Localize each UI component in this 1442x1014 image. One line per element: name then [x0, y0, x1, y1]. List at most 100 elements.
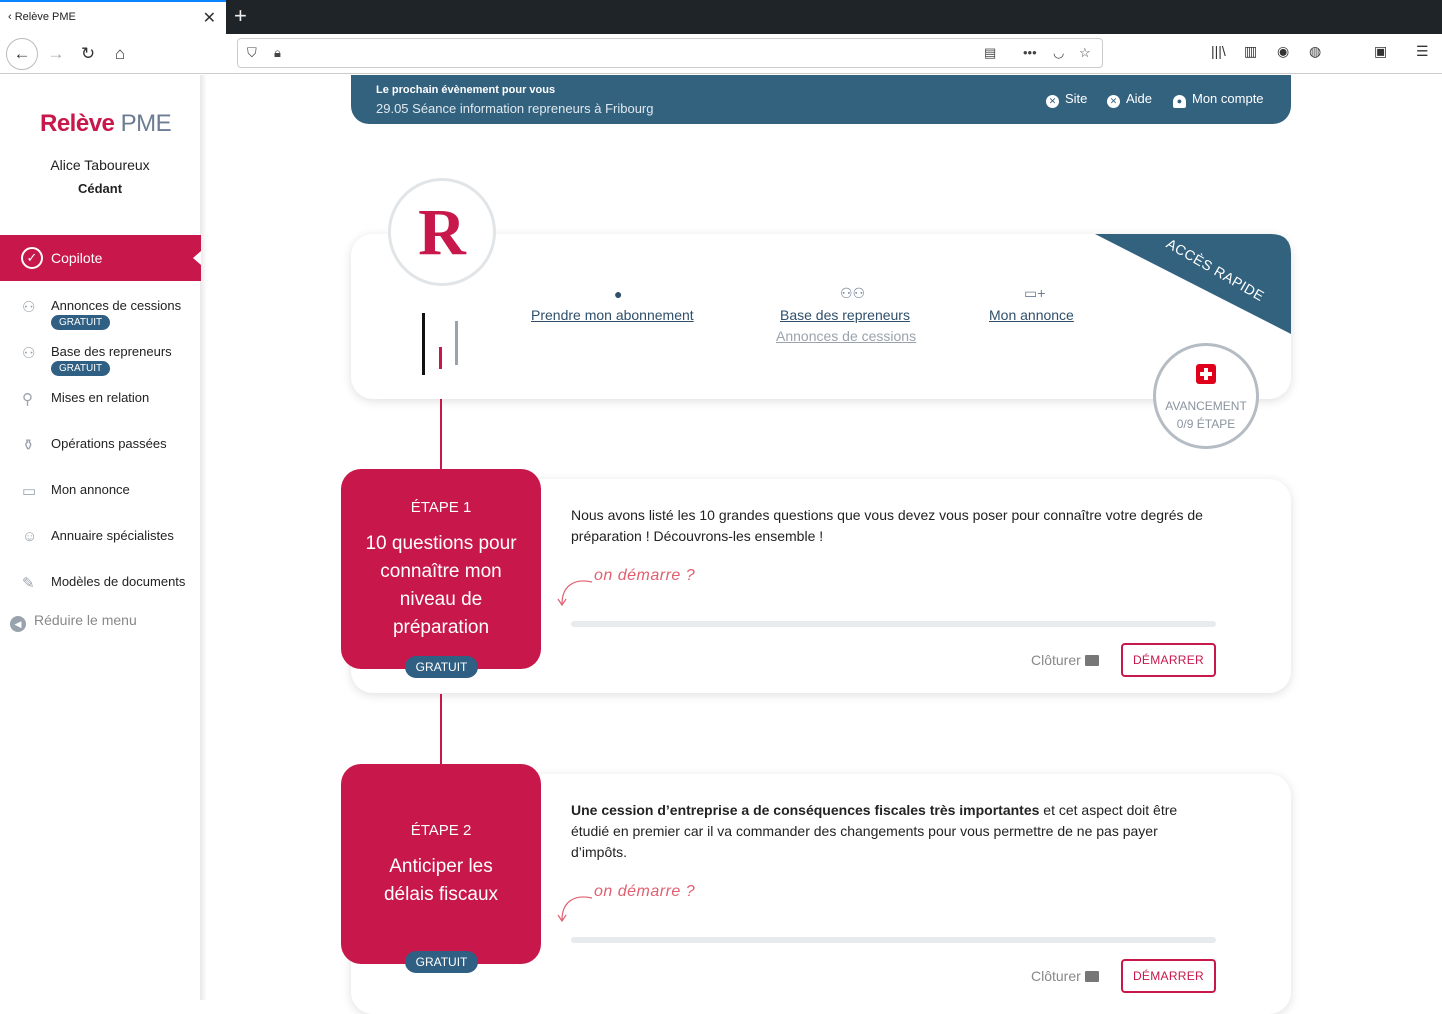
extension-icon[interactable]: ◍ [1309, 43, 1321, 60]
curved-arrow-icon [557, 896, 593, 923]
browser-tab[interactable]: ‹ Relève PME ✕ [0, 0, 226, 34]
browser-tab-bar: ‹ Relève PME ✕ + [0, 0, 1442, 34]
curved-arrow-icon [557, 580, 593, 607]
reload-icon[interactable]: ↻ [74, 40, 102, 68]
connect-icon: ⚲ [22, 391, 33, 408]
sidebar-item-label: Base des repreneurs [51, 344, 172, 359]
next-event-label: Le prochain évènement pour vous [376, 84, 556, 96]
start-button[interactable]: DÉMARRER [1121, 643, 1216, 677]
sidebar-item-annonces[interactable]: ⚇ Annonces de cessions GRATUIT [0, 296, 200, 336]
progress-label: AVANCEMENT [1165, 399, 1247, 413]
hamburger-menu-icon[interactable]: ☰ [1416, 43, 1429, 60]
home-icon[interactable]: ⌂ [106, 40, 134, 68]
address-bar[interactable]: ⛉ 🔒︎ ▤ ••• ◡ ☆ [237, 38, 1103, 68]
jar-icon: ⚱ [22, 437, 35, 454]
lock-icon: 🔒︎ [274, 45, 281, 60]
shield-icon[interactable]: ⛉ [247, 45, 257, 61]
bookmark-star-icon[interactable]: ☆ [1079, 45, 1091, 61]
step-header[interactable]: ÉTAPE 1 10 questions pour connaître mon … [341, 469, 541, 669]
account-icon[interactable]: ◉ [1277, 43, 1289, 60]
swiss-flag-icon [1196, 364, 1216, 384]
progress-indicator: AVANCEMENT 0/9 ÉTAPE [1153, 343, 1259, 449]
library-icon[interactable]: |||\ [1211, 43, 1226, 59]
listings-link[interactable]: Annonces de cessions [776, 328, 916, 344]
user-role: Cédant [77, 181, 123, 196]
step-progress-bar [571, 621, 1216, 627]
sidebar-item-label: Mises en relation [51, 390, 150, 405]
sidebar-item-label: Mon annonce [51, 482, 130, 497]
logo[interactable]: Relève PME [40, 110, 172, 138]
step-number: ÉTAPE 1 [410, 499, 472, 516]
archive-icon [1084, 971, 1099, 982]
handshake-icon: ⚇ [22, 299, 36, 316]
free-badge: GRATUIT [51, 315, 111, 330]
step-progress-bar [571, 937, 1216, 943]
user-icon: ● [614, 286, 623, 302]
ad-icon: ▭+ [1024, 285, 1046, 301]
ad-icon: ▭ [22, 483, 37, 500]
account-link[interactable]: ● Mon compte [1173, 91, 1264, 108]
my-ad-link[interactable]: Mon annonce [989, 307, 1074, 323]
close-step-button[interactable]: Clôturer [1031, 968, 1099, 984]
free-badge: GRATUIT [405, 656, 478, 678]
sidebar-item-mon-annonce[interactable]: ▭ Mon annonce [0, 480, 200, 520]
archive-icon [1084, 655, 1099, 666]
timeline-connector [440, 694, 442, 764]
step-header[interactable]: ÉTAPE 2 Anticiper les délais fiscaux [341, 764, 541, 964]
sidebar-item-repreneurs[interactable]: ⚇ Base des repreneurs GRATUIT [0, 342, 200, 382]
sidebar-item-label: Modèles de documents [51, 574, 186, 589]
sidebar-item-operations[interactable]: ⚱ Opérations passées [0, 434, 200, 474]
page-actions-icon[interactable]: ••• [1023, 45, 1037, 60]
quick-access-ribbon: ACCÈS RAPIDE [1095, 234, 1291, 334]
start-hint: on démarre ? [594, 883, 696, 900]
browser-navbar: ← → ↻ ⌂ ⛉ 🔒︎ ▤ ••• ◡ ☆ |||\ ▥ ◉ ◍ ▣ ☰ [0, 34, 1442, 74]
users-icon: ⚇⚇ [840, 285, 866, 301]
step-description: Nous avons listé les 10 grandes question… [571, 507, 1203, 544]
users-icon: ⚇ [22, 345, 36, 362]
reader-view-icon[interactable]: ▤ [984, 45, 996, 61]
sidebar-item-label: Annonces de cessions [51, 298, 182, 313]
sidebar-item-mises-en-relation[interactable]: ⚲ Mises en relation [0, 388, 200, 428]
free-badge: GRATUIT [405, 951, 478, 973]
sidebar-item-label: Copilote [51, 250, 103, 266]
sidebar-item-modeles[interactable]: ✎ Modèles de documents [0, 572, 200, 612]
sidebar-item-copilote[interactable]: ✓ Copilote [0, 235, 201, 281]
back-arrow-icon[interactable]: ← [6, 38, 38, 70]
forward-arrow-icon[interactable]: → [42, 40, 70, 68]
buyers-database-link[interactable]: Base des repreneurs [780, 307, 910, 323]
user-name: Alice Taboureux [50, 157, 150, 173]
tab-title: ‹ Relève PME [8, 11, 76, 23]
site-link[interactable]: ✕ Site [1046, 91, 1087, 108]
start-button[interactable]: DÉMARRER [1121, 959, 1216, 993]
help-circle-icon: ✕ [1107, 95, 1120, 108]
timeline-connector [440, 399, 442, 469]
step-number: ÉTAPE 2 [410, 822, 472, 839]
start-hint: on démarre ? [594, 567, 696, 584]
pocket-icon[interactable]: ◡ [1053, 45, 1064, 61]
chevron-left-icon: ◀ [10, 616, 26, 632]
step-title: 10 questions pour connaître mon niveau d… [365, 533, 517, 638]
event-banner: Le prochain évènement pour vous 29.05 Sé… [351, 75, 1291, 124]
sidebar-divider [200, 75, 206, 1000]
check-circle-icon: ✓ [21, 247, 43, 269]
sidebar-item-label: Annuaire spécialistes [51, 528, 174, 543]
extension-icon-2[interactable]: ▣ [1374, 43, 1387, 60]
bars-icon [422, 313, 458, 375]
sidebar-toggle-icon[interactable]: ▥ [1244, 43, 1257, 60]
close-step-button[interactable]: Clôturer [1031, 652, 1099, 668]
next-event-link[interactable]: 29.05 Séance information repreneurs à Fr… [376, 101, 654, 116]
step-description: Une cession d’entreprise a de conséquenc… [571, 802, 1178, 860]
reduce-menu-button[interactable]: ◀ Réduire le menu [10, 612, 137, 632]
progress-value: 0/9 ÉTAPE [1176, 417, 1236, 431]
sidebar-item-annuaire[interactable]: ☺ Annuaire spécialistes [0, 526, 200, 566]
step-title: Anticiper les délais fiscaux [383, 856, 499, 905]
subscribe-link[interactable]: Prendre mon abonnement [531, 307, 694, 323]
avatar: R [388, 178, 496, 286]
help-link[interactable]: ✕ Aide [1107, 91, 1152, 108]
specialist-icon: ☺ [22, 528, 38, 545]
close-circle-icon: ✕ [1046, 95, 1059, 108]
new-tab-button[interactable]: + [234, 4, 247, 28]
sidebar-item-label: Opérations passées [51, 436, 167, 451]
close-tab-icon[interactable]: ✕ [203, 8, 216, 28]
document-icon: ✎ [22, 575, 35, 592]
